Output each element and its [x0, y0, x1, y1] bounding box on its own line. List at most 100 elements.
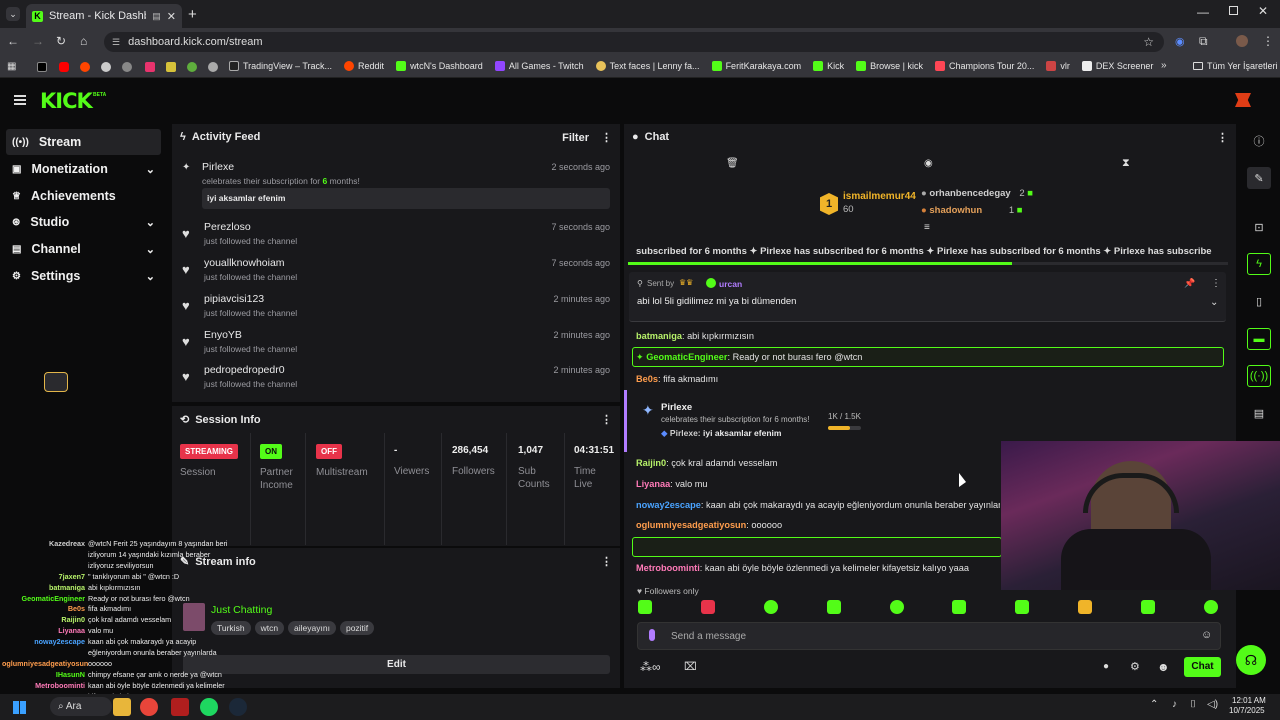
emote-icon[interactable]: [1015, 600, 1030, 614]
mic-tray-icon[interactable]: ♪: [1172, 699, 1177, 710]
extensions-puzzle-icon[interactable]: ⧉: [1199, 34, 1208, 49]
steam-icon[interactable]: [229, 698, 247, 716]
filter-button[interactable]: Filter: [562, 132, 589, 144]
close-window-button[interactable]: ✕: [1258, 4, 1268, 18]
follower-name[interactable]: pipiavcisi123: [204, 293, 264, 305]
bookmark-tradingview[interactable]: TradingView – Track...: [229, 61, 332, 71]
emote-icon[interactable]: [889, 600, 904, 614]
yc-bookmark-icon[interactable]: [145, 62, 155, 72]
sidebar-item-monetization[interactable]: ▣ Monetization ⌄: [6, 156, 161, 182]
tab-close-icon[interactable]: ✕: [167, 10, 176, 23]
broadcast-icon[interactable]: ((·)): [1247, 365, 1271, 387]
emote-menu-icon[interactable]: ☻: [1157, 660, 1170, 674]
tab-list-icon[interactable]: ⌄: [6, 7, 20, 21]
emoji-picker-icon[interactable]: ☺: [1201, 629, 1212, 641]
hourglass-icon[interactable]: ⧗: [1122, 157, 1130, 170]
follower-name[interactable]: youallknowhoiam: [204, 257, 285, 269]
capture-icon[interactable]: ⊡: [1247, 216, 1271, 238]
emote-icon[interactable]: [638, 600, 652, 614]
emote-icon[interactable]: [700, 600, 715, 614]
spotify-icon[interactable]: [200, 698, 218, 716]
home-icon[interactable]: ⌂: [80, 34, 87, 48]
leaf-bookmark-icon[interactable]: [187, 62, 197, 72]
forward-icon[interactable]: →: [32, 34, 44, 48]
leader-name[interactable]: orhanbencedegay: [929, 188, 1010, 199]
kick-logo[interactable]: KICK: [40, 89, 93, 113]
sidebar-item-stream[interactable]: ((•)) Stream: [6, 129, 161, 155]
x-bookmark-icon[interactable]: [37, 62, 47, 72]
emote-icon[interactable]: [763, 600, 778, 614]
network-icon[interactable]: ⌷: [1190, 699, 1196, 710]
profile-avatar-icon[interactable]: [1236, 35, 1248, 47]
follower-name[interactable]: Perezloso: [204, 221, 251, 233]
kick-studio-icon[interactable]: [171, 698, 189, 716]
unpin-icon[interactable]: 📌: [1184, 278, 1195, 289]
sub-card-name[interactable]: Pirlexe: [661, 402, 692, 413]
leader-name[interactable]: ismailmemur44: [843, 191, 916, 202]
sidebar-item-studio[interactable]: ⊛ Studio ⌄: [6, 209, 161, 235]
youtube-bookmark-icon[interactable]: [59, 62, 69, 72]
infinity-icon[interactable]: ⁂∞: [640, 660, 661, 674]
address-bar[interactable]: ☰ dashboard.kick.com/stream ☆: [104, 32, 1164, 52]
info-icon[interactable]: ⓘ: [1247, 130, 1271, 152]
microphone-icon[interactable]: [649, 629, 655, 641]
hamburger-menu-icon[interactable]: [14, 95, 26, 105]
tag-chip[interactable]: pozitif: [339, 621, 375, 635]
clock-date[interactable]: 10/7/2025: [1229, 706, 1265, 715]
chat-username[interactable]: Liyanaa: [636, 479, 670, 489]
bookmark-vlr[interactable]: vlr: [1046, 61, 1070, 71]
chat-toggle-icon[interactable]: ▬: [1247, 328, 1271, 350]
send-chat-button[interactable]: Chat: [1184, 657, 1221, 677]
all-bookmarks-folder[interactable]: Tüm Yer İşaretleri: [1193, 61, 1278, 71]
reload-icon[interactable]: ↻: [56, 34, 66, 48]
edit-icon[interactable]: ✎: [1247, 167, 1271, 189]
follower-name[interactable]: pedropedropedr0: [204, 364, 285, 376]
speech-icon[interactable]: ◉: [924, 158, 933, 169]
clock-time[interactable]: 12:01 AM: [1232, 696, 1266, 705]
tag-chip[interactable]: aileyayını: [288, 621, 336, 635]
site-info-icon[interactable]: ☰: [112, 37, 120, 48]
chat-username[interactable]: GeomaticEngineer: [646, 352, 727, 362]
sub-username[interactable]: Pirlexe: [202, 161, 234, 173]
apps-grid-icon[interactable]: ▦: [7, 61, 16, 72]
gear-icon[interactable]: ⚙: [1130, 660, 1140, 673]
emote-icon[interactable]: [1141, 600, 1155, 614]
edit-button[interactable]: Edit: [183, 655, 610, 674]
lightning-icon[interactable]: ϟ: [1247, 253, 1271, 275]
more-options-icon[interactable]: ⋮: [601, 555, 612, 568]
active-tab[interactable]: K Stream - Kick Dashboard ▤ ✕: [26, 4, 182, 28]
g-bookmark-icon[interactable]: [166, 62, 176, 72]
tray-chevron-icon[interactable]: ⌃: [1150, 699, 1158, 710]
emote-icon[interactable]: [1078, 600, 1093, 614]
more-options-icon[interactable]: ⋮: [601, 132, 612, 144]
emote-icon[interactable]: [826, 600, 841, 614]
chat-username[interactable]: Metroboominti: [636, 563, 700, 573]
globe-bookmark-icon[interactable]: [122, 62, 132, 72]
bookmark-star-icon[interactable]: ☆: [1143, 35, 1154, 49]
bookmark-browse-kick[interactable]: Browse | kick: [856, 61, 923, 71]
bookmark-kick[interactable]: Kick: [813, 61, 844, 71]
taskbar-search[interactable]: ⌕ Ara: [50, 697, 112, 716]
chrome-icon[interactable]: [140, 698, 158, 716]
windows-start-icon[interactable]: [13, 701, 26, 714]
chat-username[interactable]: noway2escape: [636, 500, 701, 510]
more-options-icon[interactable]: ⋮: [1217, 131, 1228, 144]
chat-settings-bubble-icon[interactable]: ●: [1103, 661, 1109, 672]
new-tab-button[interactable]: +: [188, 6, 197, 23]
browser-menu-icon[interactable]: ⋮: [1262, 34, 1274, 48]
leader-name[interactable]: shadowhun: [929, 205, 982, 216]
link-bookmark-icon[interactable]: [208, 62, 218, 72]
chat-username[interactable]: Raijin0: [636, 458, 666, 468]
sidebar-item-settings[interactable]: ⚙ Settings ⌄: [6, 263, 161, 289]
follower-name[interactable]: EnyoYB: [204, 329, 242, 341]
document-icon[interactable]: ▯: [1247, 290, 1271, 312]
bookmark-dexscreener[interactable]: DEX Screener: [1081, 61, 1153, 71]
floating-action-button[interactable]: ☊: [1236, 645, 1266, 675]
emote-icon[interactable]: [1203, 600, 1218, 614]
bookmark-dashboard[interactable]: wtcN's Dashboard: [396, 61, 483, 71]
emote-icon[interactable]: [952, 600, 967, 614]
volume-icon[interactable]: ◁): [1207, 699, 1218, 710]
chat-username[interactable]: Be0s: [636, 374, 658, 384]
bookmark-champions-tour[interactable]: Champions Tour 20...: [934, 61, 1034, 71]
back-icon[interactable]: ←: [7, 34, 19, 48]
